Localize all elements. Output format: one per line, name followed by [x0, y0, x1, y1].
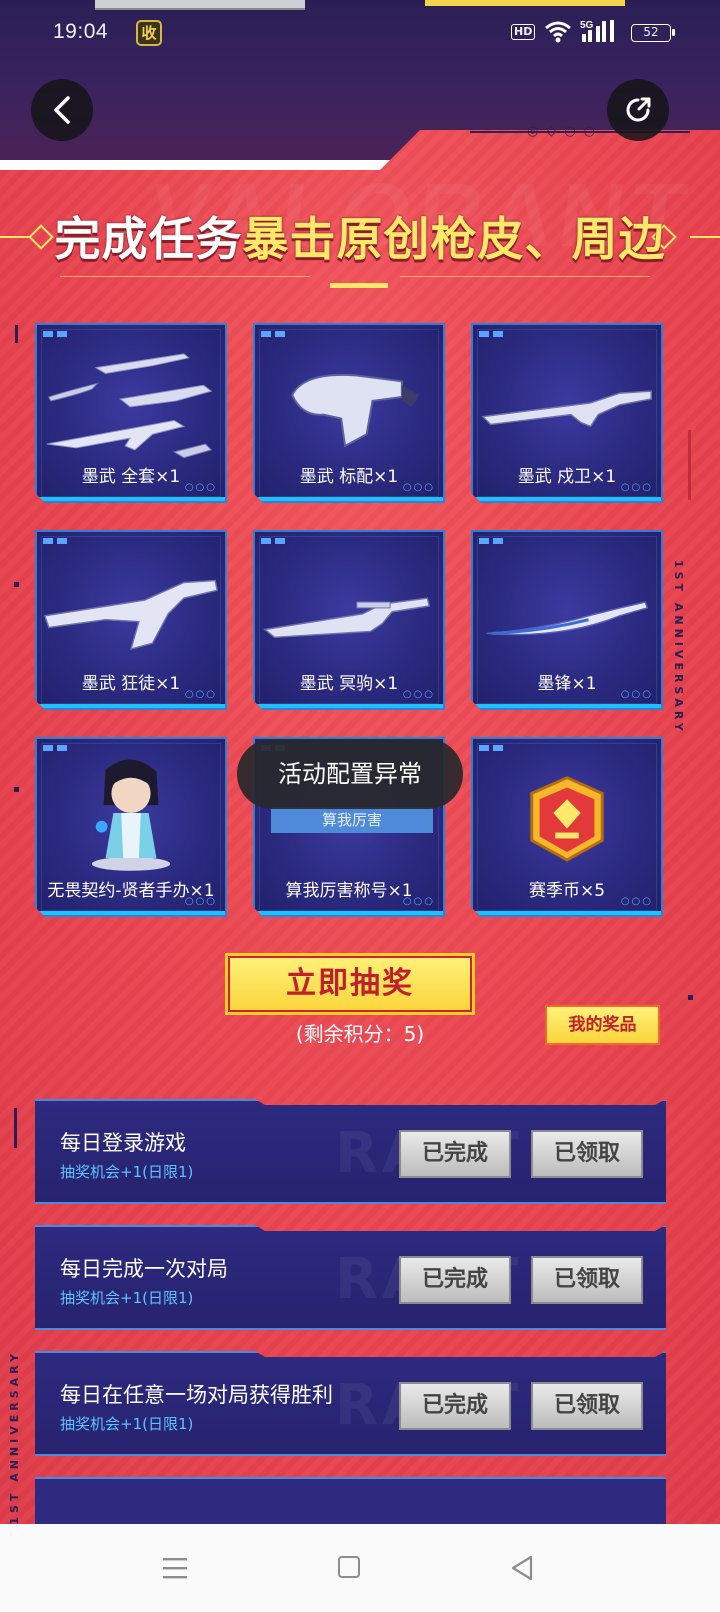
corner-deco: ○○○	[620, 482, 653, 493]
pistol-icon	[255, 335, 443, 460]
prize-card[interactable]: 墨武 戍卫×1 ○○○	[471, 323, 663, 503]
corner-deco: ○○○	[184, 482, 217, 493]
home-icon[interactable]	[338, 1556, 360, 1578]
prize-card[interactable]: 赛季币×5 ○○○	[471, 737, 663, 917]
corner-deco: ○○○	[620, 689, 653, 700]
my-prizes-button[interactable]: 我的奖品	[545, 1005, 660, 1045]
prize-card[interactable]: 无畏契约-贤者手办×1 ○○○	[35, 737, 227, 917]
card-glow	[255, 497, 443, 501]
task-reward: 抽奖机会+1(日限1)	[60, 1415, 194, 1433]
heading-line	[400, 276, 650, 277]
side-anniversary-text: 1ST ANNIVERSARY	[8, 1350, 21, 1525]
rifle-icon	[473, 335, 661, 460]
prize-card[interactable]: 墨武 全套×1 ○○○	[35, 323, 227, 503]
share-icon	[626, 97, 651, 122]
battery-icon: 52	[631, 24, 675, 42]
task-completed-button[interactable]: 已完成	[399, 1256, 511, 1304]
corner-deco: ○○○	[184, 689, 217, 700]
card-glow	[473, 911, 661, 915]
sniper-icon	[255, 542, 443, 667]
heading-underline	[330, 283, 388, 288]
chevron-left-icon	[54, 96, 70, 124]
signal-icon: 5G	[580, 20, 614, 42]
heading-line	[60, 276, 310, 277]
task-row-partial	[35, 1477, 666, 1524]
status-time: 19:04	[53, 20, 109, 43]
side-marker	[14, 1108, 17, 1148]
side-marker	[14, 787, 19, 792]
figure-icon	[37, 749, 225, 874]
card-glow	[37, 497, 225, 501]
card-glow	[37, 911, 225, 915]
corner-deco: ○○○	[402, 896, 435, 907]
draw-now-button[interactable]: 立即抽奖	[225, 953, 475, 1015]
task-completed-button[interactable]: 已完成	[399, 1382, 511, 1430]
page-title: 完成任务暴击原创枪皮、周边	[0, 204, 720, 274]
rifle-icon	[37, 542, 225, 667]
side-anniversary-text: 1ST ANNIVERSARY	[672, 560, 685, 735]
weapon-set-icon	[37, 335, 225, 460]
side-marker	[688, 430, 691, 500]
back-triangle-icon[interactable]	[510, 1555, 534, 1581]
prize-card[interactable]: 墨武 标配×1 ○○○	[253, 323, 445, 503]
side-marker	[14, 582, 19, 587]
hd-icon: HD	[511, 24, 536, 40]
deco-strip	[95, 0, 305, 10]
network-type: 5G	[580, 20, 594, 31]
task-row: RANT 每日完成一次对局 抽奖机会+1(日限1) 已完成 已领取	[35, 1225, 666, 1330]
task-row: RANT 每日在任意一场对局获得胜利 抽奖机会+1(日限1) 已完成 已领取	[35, 1351, 666, 1456]
status-bar: 19:04 收 HD 5G 52	[0, 18, 720, 48]
title-part-white: 完成任务	[54, 212, 243, 266]
prize-card[interactable]: 墨武 狂徒×1 ○○○	[35, 530, 227, 710]
coin-icon	[473, 749, 661, 874]
card-glow	[37, 704, 225, 708]
task-claimed-button[interactable]: 已领取	[531, 1256, 643, 1304]
back-button[interactable]	[31, 79, 93, 141]
share-button[interactable]	[607, 79, 669, 141]
task-title: 每日完成一次对局	[60, 1257, 228, 1281]
side-marker	[688, 995, 693, 1000]
deco-strip	[425, 0, 625, 6]
menu-icon[interactable]	[163, 1557, 187, 1579]
knife-icon	[473, 542, 661, 667]
side-marker	[15, 325, 18, 343]
task-title: 每日在任意一场对局获得胜利	[60, 1383, 333, 1407]
task-completed-button[interactable]: 已完成	[399, 1130, 511, 1178]
deco-shapes: ◎◇○○	[527, 124, 604, 139]
card-glow	[473, 497, 661, 501]
app-notification-icon: 收	[136, 20, 162, 46]
prize-card[interactable]: 墨武 冥驹×1 ○○○	[253, 530, 445, 710]
card-glow	[255, 911, 443, 915]
corner-deco: ○○○	[620, 896, 653, 907]
task-claimed-button[interactable]: 已领取	[531, 1130, 643, 1178]
card-glow	[473, 704, 661, 708]
corner-deco: ○○○	[402, 482, 435, 493]
title-part-yellow: 暴击原创枪皮、周边	[242, 212, 666, 266]
system-nav-bar	[0, 1524, 720, 1612]
prize-card[interactable]: 墨锋×1 ○○○	[471, 530, 663, 710]
task-reward: 抽奖机会+1(日限1)	[60, 1289, 194, 1307]
title-badge: 算我厉害	[271, 807, 433, 833]
error-toast: 活动配置异常	[237, 739, 463, 809]
corner-deco: ○○○	[184, 896, 217, 907]
card-glow	[255, 704, 443, 708]
task-row: RANT 每日登录游戏 抽奖机会+1(日限1) 已完成 已领取	[35, 1099, 666, 1204]
task-reward: 抽奖机会+1(日限1)	[60, 1163, 194, 1181]
task-title: 每日登录游戏	[60, 1131, 186, 1155]
wifi-icon	[545, 21, 571, 43]
corner-deco: ○○○	[402, 689, 435, 700]
task-claimed-button[interactable]: 已领取	[531, 1382, 643, 1430]
